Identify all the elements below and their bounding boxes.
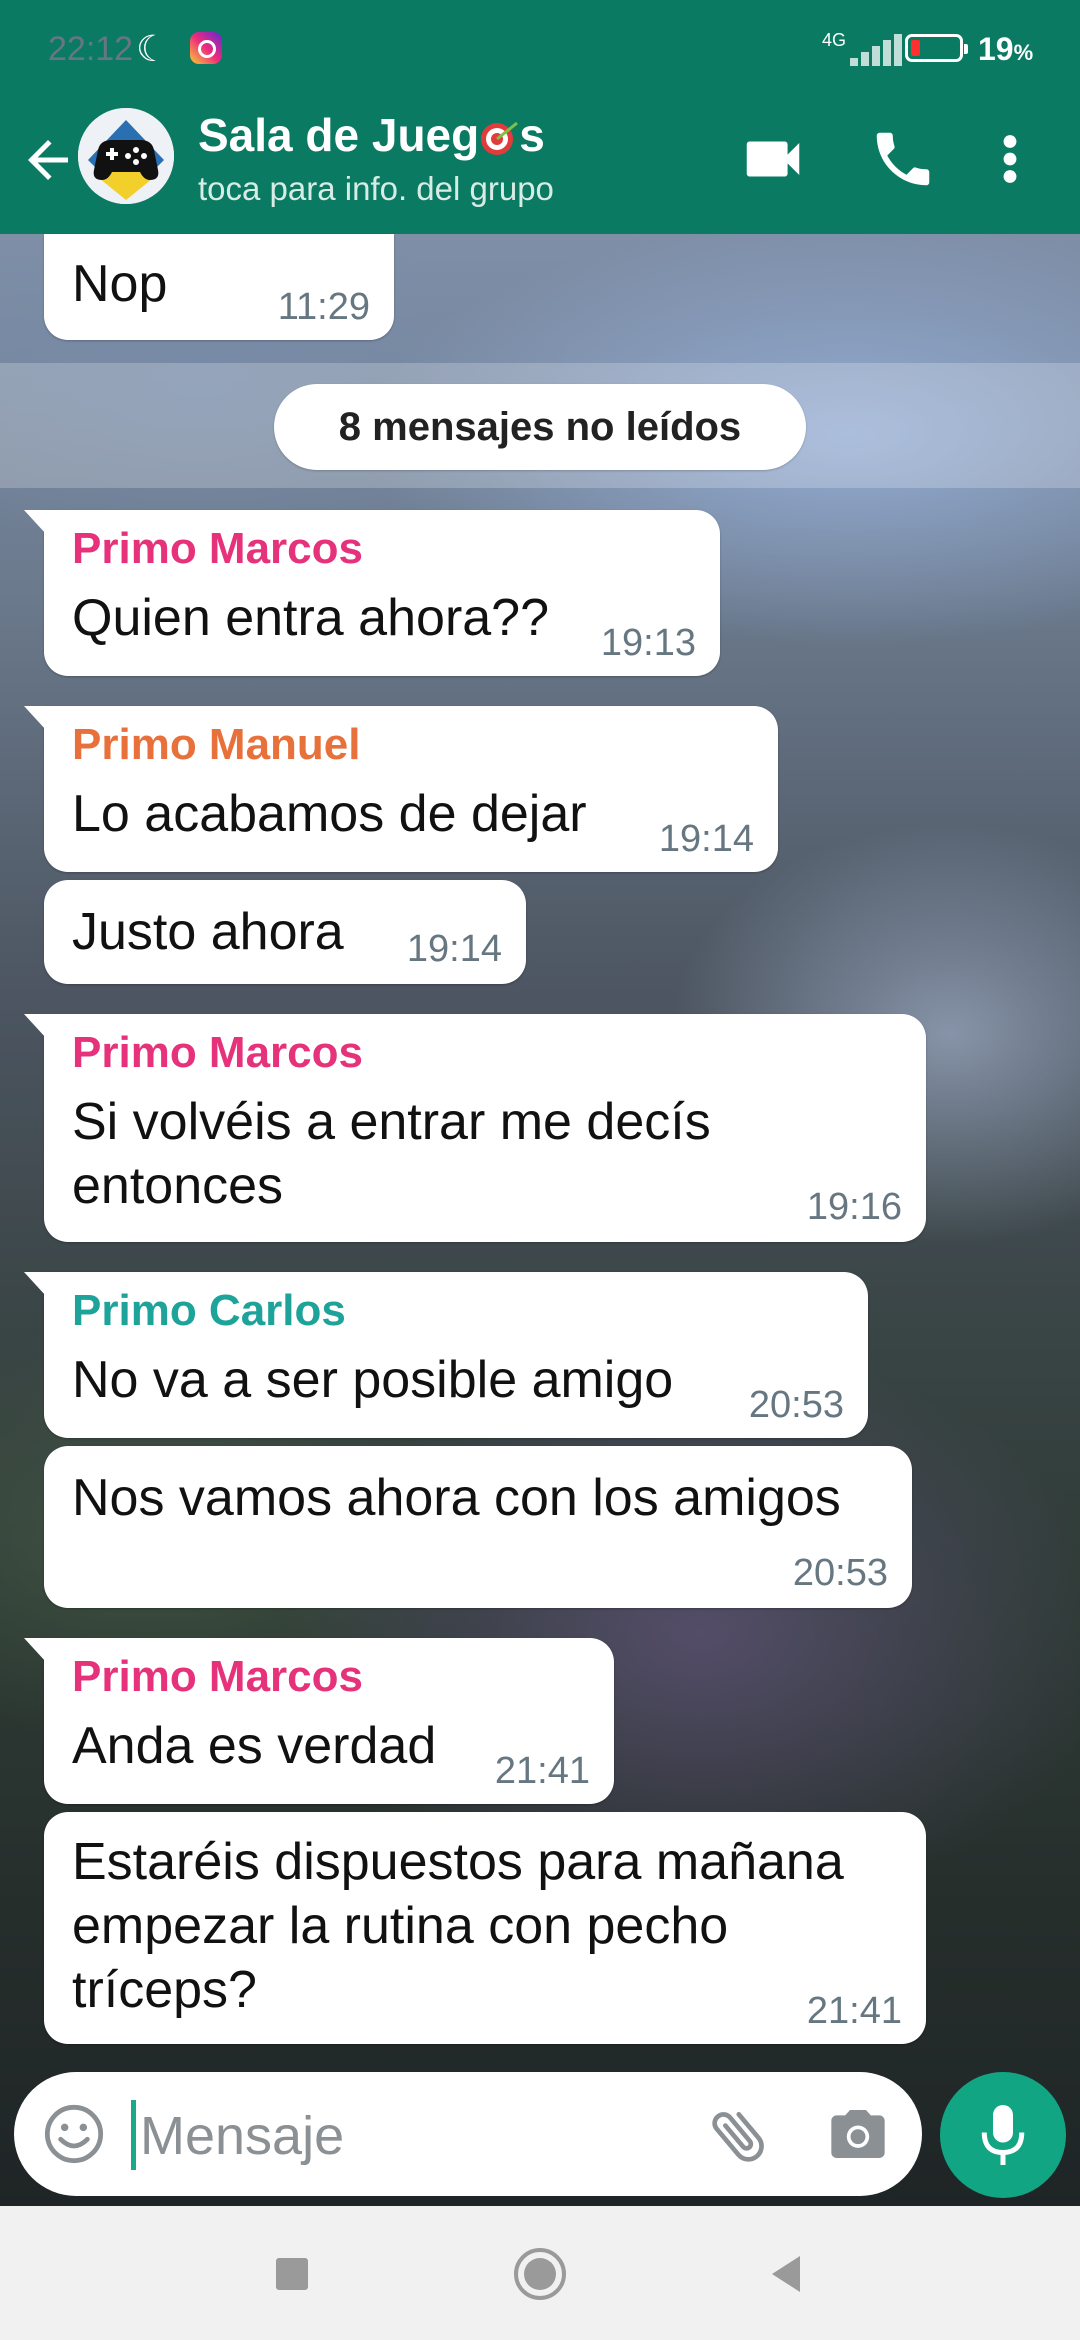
message-time: 21:41 <box>806 1990 902 2032</box>
video-camera-icon[interactable] <box>738 124 808 194</box>
message-text: Lo acabamos de dejar <box>72 785 587 843</box>
recent-apps-icon[interactable] <box>260 2242 324 2306</box>
status-bar: 22:12 ☾ 4G 19% <box>0 0 1080 100</box>
message-text-line: tríceps? <box>72 1961 257 2019</box>
back-triangle-icon[interactable] <box>754 2242 818 2306</box>
message-time: 20:53 <box>792 1552 888 1594</box>
message-time: 19:16 <box>806 1186 902 1228</box>
battery-percent: 19% <box>978 31 1034 67</box>
group-avatar[interactable] <box>78 108 174 204</box>
phone-icon[interactable] <box>868 124 938 194</box>
signal-strength-icon <box>850 34 910 66</box>
message-text: Justo ahora <box>72 903 344 961</box>
do-not-disturb-moon-icon: ☾ <box>136 28 169 69</box>
message-text: Quien entra ahora?? <box>72 589 550 647</box>
message-text: Nos vamos ahora con los amigos <box>72 1469 841 1527</box>
message-bubble[interactable]: Primo Marcos Quien entra ahora?? 19:13 <box>24 510 720 676</box>
message-bubble[interactable]: Estaréis dispuestos para mañana empezar … <box>44 1812 926 2044</box>
message-text-line: empezar la rutina con pecho <box>72 1897 729 1955</box>
message-text: Nop <box>72 255 168 313</box>
message-text: Anda es verdad <box>72 1717 437 1775</box>
home-icon[interactable] <box>508 2242 572 2306</box>
text-cursor <box>131 2100 136 2170</box>
message-time: 21:41 <box>494 1750 590 1792</box>
network-type: 4G <box>822 30 847 50</box>
group-subtitle[interactable]: toca para info. del grupo <box>198 170 554 208</box>
message-text-line: entonces <box>72 1157 284 1215</box>
more-vertical-icon[interactable] <box>985 124 1035 194</box>
microphone-icon <box>981 2105 1025 2165</box>
message-bubble[interactable]: Primo Marcos Si volvéis a entrar me decí… <box>24 1014 926 1242</box>
message-bubble[interactable]: Primo Carlos No va a ser posible amigo 2… <box>24 1272 868 1438</box>
message-composer <box>14 2072 922 2196</box>
message-sender[interactable]: Primo Marcos <box>72 524 363 574</box>
message-sender[interactable]: Primo Marcos <box>72 1652 363 1702</box>
instagram-notification-icon <box>190 32 222 64</box>
chat-header: Sala de Jueg s toca para info. del grupo <box>0 100 1080 234</box>
emoji-icon[interactable] <box>42 2102 106 2166</box>
message-sender[interactable]: Primo Manuel <box>72 720 361 770</box>
message-bubble[interactable]: Primo Manuel Lo acabamos de dejar 19:14 <box>24 706 778 872</box>
message-input[interactable] <box>138 2090 682 2182</box>
group-title[interactable]: Sala de Jueg s <box>198 108 545 162</box>
message-time: 19:14 <box>406 928 502 970</box>
message-time: 19:13 <box>600 622 696 664</box>
camera-icon[interactable] <box>826 2102 890 2166</box>
target-emoji-icon <box>481 121 519 155</box>
message-bubble[interactable]: Nos vamos ahora con los amigos 20:53 <box>44 1446 912 1608</box>
message-time: 20:53 <box>748 1384 844 1426</box>
gamepad-icon <box>78 108 174 204</box>
message-time: 11:29 <box>277 286 370 328</box>
microphone-button[interactable] <box>940 2072 1066 2198</box>
arrow-left-icon[interactable] <box>18 130 78 190</box>
message-text-line: Estaréis dispuestos para mañana <box>72 1833 844 1891</box>
message-bubble[interactable]: Justo ahora 19:14 <box>44 880 526 984</box>
message-sender[interactable]: Primo Carlos <box>72 1286 346 1336</box>
message-bubble[interactable]: Primo Marcos Anda es verdad 21:41 <box>24 1638 614 1804</box>
battery-icon <box>905 34 968 62</box>
message-sender[interactable]: Primo Marcos <box>72 1028 363 1078</box>
system-navigation-bar <box>0 2206 1080 2340</box>
message-text: No va a ser posible amigo <box>72 1351 674 1409</box>
unread-messages-label: 8 mensajes no leídos <box>274 384 806 470</box>
message-text-line: Si volvéis a entrar me decís <box>72 1093 711 1151</box>
message-time: 19:14 <box>658 818 754 860</box>
paperclip-icon[interactable] <box>704 2100 774 2170</box>
message-bubble[interactable]: Nop 11:29 <box>44 234 394 340</box>
